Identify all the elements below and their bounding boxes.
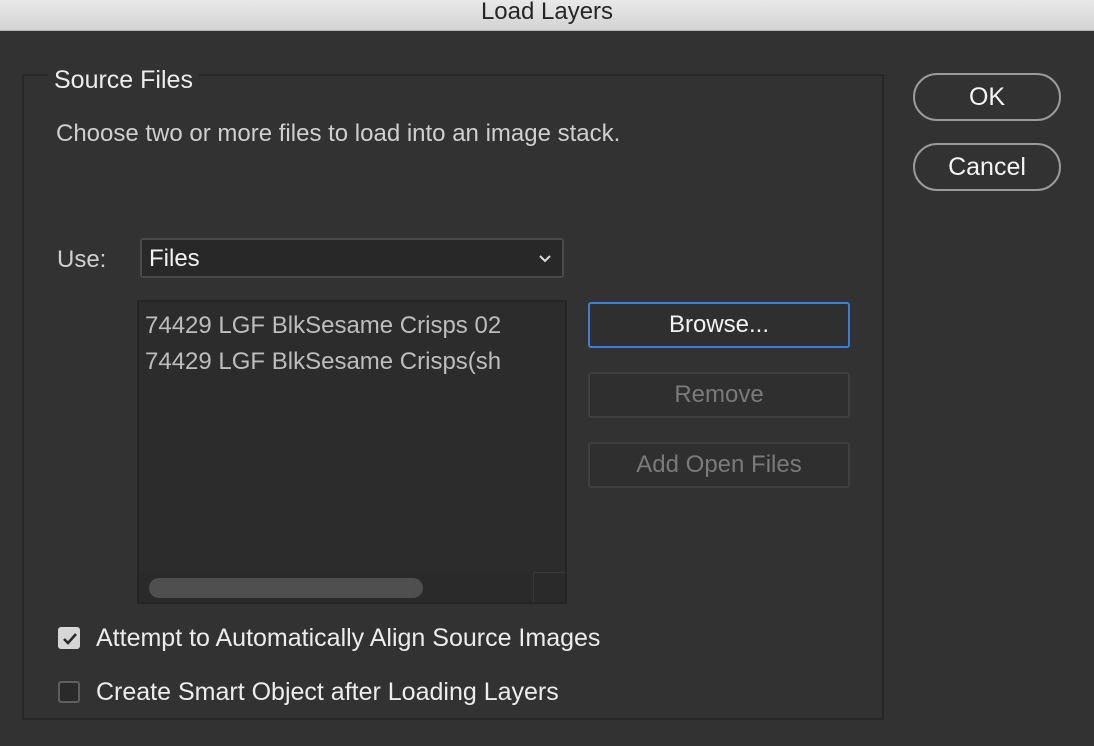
use-label: Use: (57, 246, 107, 273)
file-list-items: 74429 LGF BlkSesame Crisps 02 74429 LGF … (145, 308, 535, 380)
chevron-down-icon (539, 255, 551, 263)
smart-object-label: Create Smart Object after Loading Layers (96, 678, 559, 706)
file-list[interactable]: 74429 LGF BlkSesame Crisps 02 74429 LGF … (137, 300, 567, 604)
smart-object-checkbox[interactable] (58, 681, 80, 703)
window-title: Load Layers (480, 0, 614, 25)
list-item[interactable]: 74429 LGF BlkSesame Crisps 02 (145, 308, 535, 344)
browse-button[interactable]: Browse... (588, 302, 850, 348)
align-images-checkbox[interactable] (58, 627, 80, 649)
use-select[interactable]: Files (140, 238, 564, 278)
list-item[interactable]: 74429 LGF BlkSesame Crisps(sh (145, 344, 535, 380)
scrollbar-thumb[interactable] (149, 578, 423, 598)
checkmark-icon (63, 633, 77, 645)
title-bar: Load Layers (0, 0, 1094, 31)
source-files-label: Source Files (48, 64, 199, 96)
ok-button[interactable]: OK (913, 73, 1061, 121)
align-images-label: Attempt to Automatically Align Source Im… (96, 624, 601, 652)
scrollbar-corner (533, 572, 565, 602)
cancel-button[interactable]: Cancel (913, 143, 1061, 191)
add-open-files-button[interactable]: Add Open Files (588, 442, 850, 488)
remove-button[interactable]: Remove (588, 372, 850, 418)
horizontal-scrollbar[interactable] (139, 572, 535, 602)
use-select-value: Files (149, 245, 200, 272)
instructions-text: Choose two or more files to load into an… (56, 120, 621, 147)
